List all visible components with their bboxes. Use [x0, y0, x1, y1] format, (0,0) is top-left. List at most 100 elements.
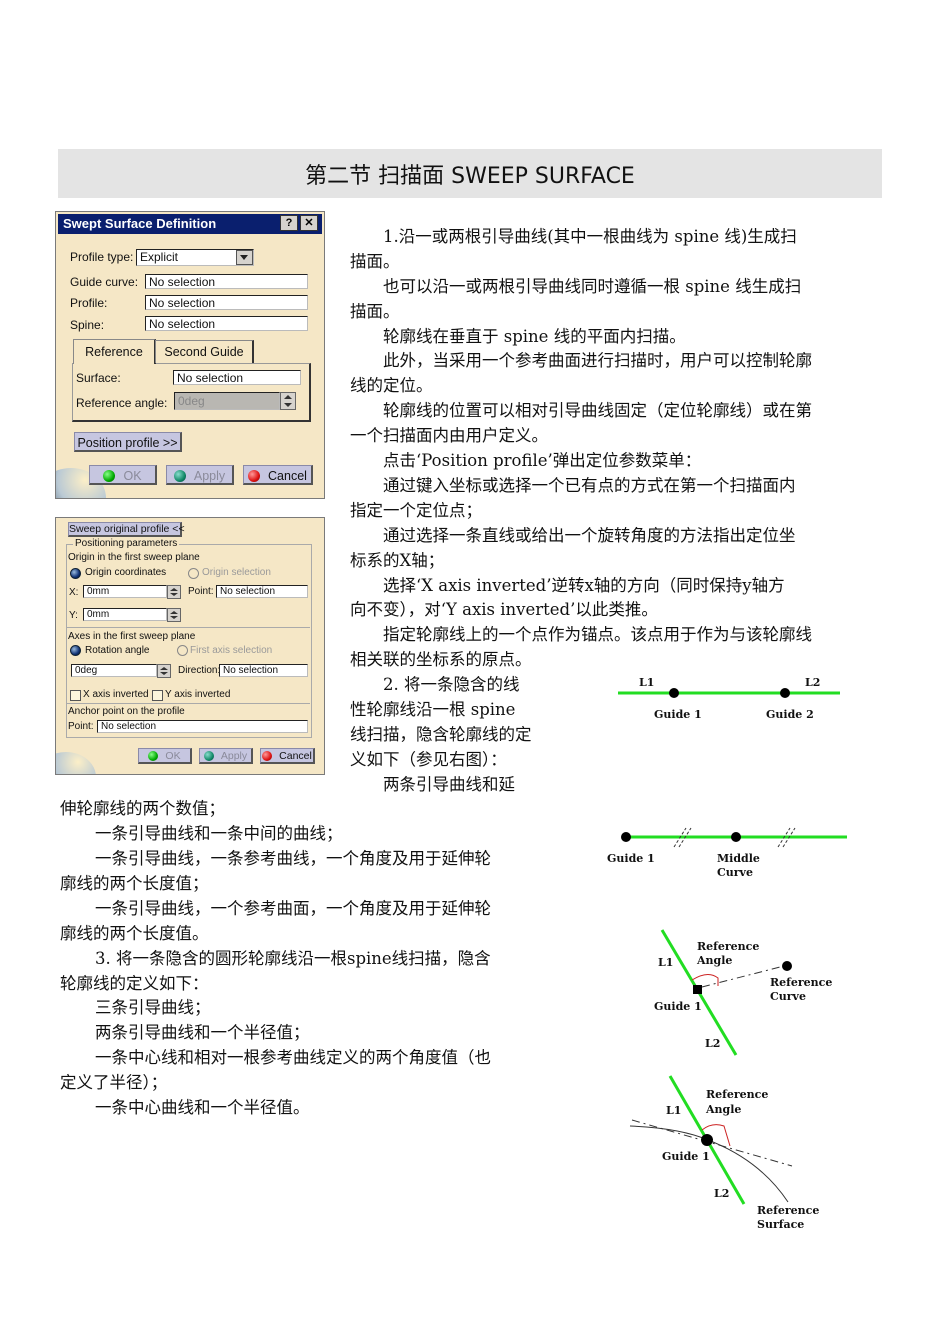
reference-angle-field[interactable]: 0deg	[174, 392, 280, 410]
origin-coordinates-radio[interactable]	[70, 568, 81, 579]
paragraph: 指定轮廓线上的一个点作为锚点。该点用于作为与该轮廓线	[383, 625, 812, 644]
chevron-down-icon[interactable]	[236, 250, 253, 265]
apply-button[interactable]: Apply	[166, 465, 234, 485]
spine-label: Spine:	[70, 318, 105, 332]
rotation-angle-radio[interactable]	[70, 645, 81, 656]
anchor-heading: Anchor point on the profile	[68, 706, 185, 717]
guide1-label: Guide 1	[607, 852, 655, 865]
paragraph: 选择‘X axis inverted’逆转x轴的方向（同时保持y轴方	[383, 576, 785, 595]
divider	[67, 627, 310, 628]
ok-button[interactable]: OK	[138, 748, 192, 764]
guide1-point	[701, 1134, 713, 1146]
ref-surface-label: Reference	[757, 1204, 819, 1217]
paragraph: 廓线的两个长度值。	[60, 924, 209, 943]
surface-label: Surface:	[76, 371, 121, 385]
paragraph: 轮廓线在垂直于 spine 线的平面内扫描。	[383, 327, 686, 346]
x-label: X:	[69, 587, 79, 598]
paragraph: 描面。	[350, 302, 400, 321]
ref-angle-label: Reference	[697, 940, 759, 953]
apply-icon	[203, 751, 214, 761]
origin-point-field[interactable]: No selection	[216, 585, 308, 598]
paragraph: 一个扫描面内由用户定义。	[350, 426, 548, 445]
paragraph: 轮廓线的位置可以相对引导曲线固定（定位轮廓线）或在第	[383, 401, 812, 420]
middle-curve-diagram: Guide 1 Middle Curve	[607, 827, 847, 879]
rotation-angle-spinner[interactable]	[157, 664, 171, 678]
position-profile-button[interactable]: Position profile >>	[74, 432, 182, 452]
cancel-button[interactable]: Cancel	[243, 465, 313, 485]
paragraph: 通过选择一条直线或给出一个旋转角度的方法指出定位坐	[383, 526, 796, 545]
guide1-point	[621, 832, 631, 842]
y-coordinate-field[interactable]: 0mm	[83, 608, 167, 621]
y-axis-inverted-checkbox[interactable]	[152, 690, 163, 701]
ok-label: OK	[123, 469, 142, 483]
paragraph: 性轮廓线沿一根 spine	[350, 700, 516, 719]
l2-label: L2	[805, 676, 820, 689]
guide-curve-field[interactable]: No selection	[145, 274, 308, 289]
cancel-icon	[248, 470, 261, 482]
x-coordinate-spinner[interactable]	[167, 585, 181, 599]
middle-point	[731, 832, 741, 842]
dialog-title: Swept Surface Definition	[63, 216, 217, 231]
paragraph: 点击‘Position profile’弹出定位参数菜单：	[383, 451, 702, 470]
ok-button[interactable]: OK	[89, 465, 157, 485]
paragraph: 描面。	[350, 252, 400, 271]
apply-icon	[173, 470, 186, 482]
apply-button[interactable]: Apply	[199, 748, 253, 764]
two-guides-diagram: L1 L2 Guide 1 Guide 2	[618, 676, 840, 721]
ref-surface-label2: Surface	[757, 1218, 804, 1231]
reference-angle-spinner[interactable]	[280, 392, 296, 410]
x-coordinate-field[interactable]: 0mm	[83, 585, 167, 598]
cancel-button[interactable]: Cancel	[260, 748, 315, 764]
ref-angle-label: Reference	[706, 1088, 768, 1101]
reference-curve-point	[782, 961, 792, 971]
l2-label: L2	[705, 1037, 720, 1050]
rotation-angle-label: Rotation angle	[85, 645, 150, 656]
catia-globe-decoration	[56, 752, 96, 774]
ok-icon	[103, 470, 116, 482]
first-axis-selection-label: First axis selection	[190, 645, 273, 656]
guide1-label: Guide 1	[654, 1000, 702, 1013]
reference-surface-diagram: Reference Angle L1 Guide 1 L2 Reference …	[629, 1075, 819, 1231]
help-button[interactable]: ?	[280, 215, 298, 231]
section-title-text: 第二节 扫描面 SWEEP SURFACE	[305, 163, 635, 189]
ok-icon	[148, 751, 159, 761]
close-button[interactable]: ✕	[300, 215, 318, 231]
paragraph: 1.沿一或两根引导曲线(其中一根曲线为 spine 线)生成扫	[383, 227, 797, 246]
guide1-point	[669, 688, 679, 698]
y-axis-inverted-label: Y axis inverted	[165, 689, 231, 700]
y-coordinate-spinner[interactable]	[167, 608, 181, 622]
origin-selection-radio[interactable]	[188, 568, 199, 579]
swept-surface-dialog: Swept Surface Definition ? ✕ Profile typ…	[55, 211, 325, 499]
paragraph: 一条中心曲线和一个半径值。	[95, 1098, 310, 1117]
tab-second-guide[interactable]: Second Guide	[155, 340, 254, 363]
paragraph: 两条引导曲线和延	[383, 775, 515, 794]
paragraph: 伸轮廓线的两个数值；	[60, 799, 225, 818]
paragraph: 标系的X轴；	[350, 551, 445, 570]
apply-label: Apply	[220, 750, 248, 762]
cancel-label: Cancel	[268, 469, 307, 483]
rotation-angle-field[interactable]: 0deg	[71, 664, 157, 677]
x-axis-inverted-checkbox[interactable]	[70, 690, 81, 701]
section-title: 第二节 扫描面 SWEEP SURFACE	[58, 149, 882, 198]
spine-field[interactable]: No selection	[145, 316, 308, 331]
reference-curve-diagram: Reference Angle L1 Guide 1 L2 Reference …	[654, 929, 832, 1056]
x-axis-inverted-label: X axis inverted	[83, 689, 149, 700]
ok-label: OK	[165, 750, 181, 762]
origin-selection-label: Origin selection	[202, 567, 271, 578]
paragraph: 一条引导曲线，一个参考曲面，一个角度及用于延伸轮	[95, 899, 491, 918]
profile-field[interactable]: No selection	[145, 295, 308, 310]
reference-direction	[701, 966, 781, 988]
middle-label: Middle	[717, 852, 760, 865]
guide2-point	[780, 688, 790, 698]
anchor-point-field[interactable]: No selection	[97, 720, 308, 733]
first-axis-selection-radio[interactable]	[177, 645, 188, 656]
direction-field[interactable]: No selection	[219, 664, 308, 677]
surface-field[interactable]: No selection	[173, 370, 301, 385]
paragraph: 定义了半径）；	[60, 1073, 168, 1092]
paragraph: 廓线的两个长度值；	[60, 874, 209, 893]
y-label: Y:	[69, 610, 78, 621]
positioning-parameters-label: Positioning parameters	[73, 538, 180, 549]
l1-label: L1	[639, 676, 654, 689]
sweep-original-profile-button[interactable]: Sweep original profile <<	[68, 522, 185, 537]
tab-reference[interactable]: Reference	[73, 339, 156, 364]
